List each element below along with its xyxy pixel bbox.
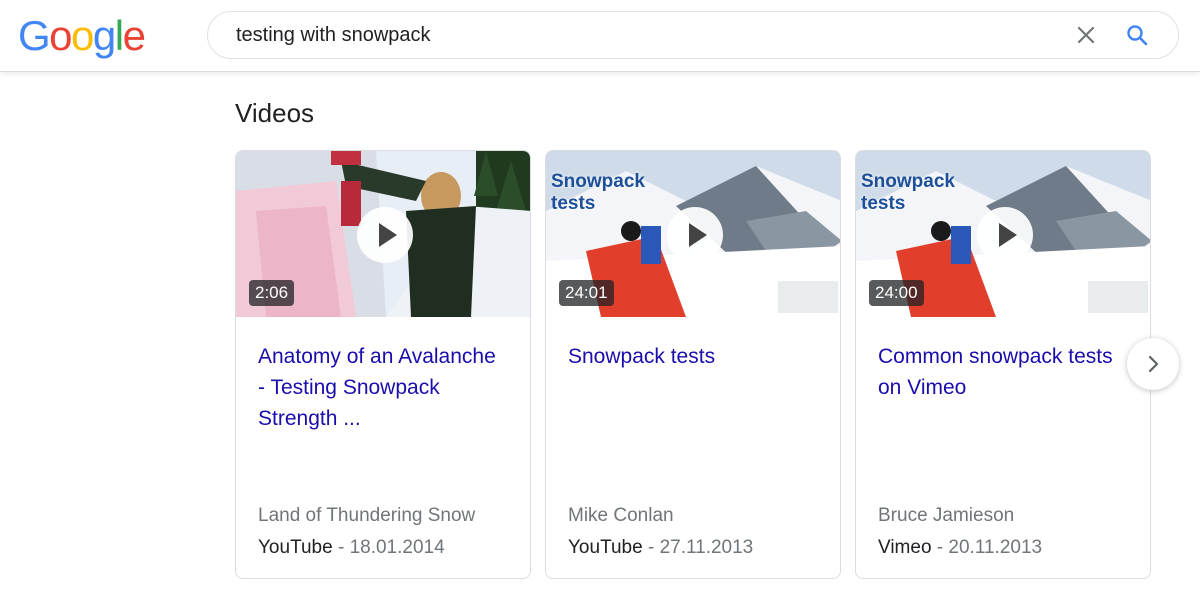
thumbnail-caption: Snowpack tests: [861, 171, 955, 214]
google-logo[interactable]: Google: [18, 10, 146, 62]
clear-search-button[interactable]: [1074, 23, 1098, 47]
logo-letter: l: [114, 12, 124, 59]
video-platform: YouTube: [258, 537, 333, 558]
search-input[interactable]: [236, 12, 1036, 58]
video-author: Mike Conlan: [568, 505, 674, 526]
search-box: [207, 11, 1179, 59]
video-title-link[interactable]: Snowpack tests: [568, 341, 818, 372]
video-thumbnail[interactable]: Snowpack tests 24:01: [546, 151, 840, 317]
logo-letter: o: [49, 12, 72, 59]
logo-letter: g: [92, 12, 116, 59]
search-icon: [1127, 25, 1148, 46]
thumbnail-caption: Snowpack tests: [551, 171, 645, 214]
video-author: Land of Thundering Snow: [258, 505, 476, 526]
videos-section-title: Videos: [235, 98, 315, 128]
video-thumbnail[interactable]: Snowpack tests 24:00: [856, 151, 1150, 317]
play-button[interactable]: [977, 207, 1033, 263]
search-button[interactable]: [1125, 23, 1149, 47]
logo-letter: e: [122, 12, 146, 59]
logo-letter: G: [18, 12, 51, 59]
play-button[interactable]: [667, 207, 723, 263]
video-duration: 24:01: [559, 280, 614, 306]
next-videos-button[interactable]: [1127, 338, 1179, 390]
video-card[interactable]: Snowpack tests 24:00 Common snowpack tes…: [855, 150, 1151, 579]
video-card[interactable]: 2:06 Anatomy of an Avalanche - Testing S…: [235, 150, 531, 579]
video-date: 18.01.2014: [349, 537, 445, 558]
close-icon: [1077, 26, 1095, 44]
chevron-right-icon: [1148, 355, 1159, 373]
video-date: 27.11.2013: [659, 537, 754, 558]
header-bar: Google: [0, 0, 1200, 72]
video-thumbnail[interactable]: 2:06: [236, 151, 530, 317]
video-meta: YouTube - 27.11.2013: [568, 537, 754, 558]
video-duration: 2:06: [249, 280, 295, 306]
video-duration: 24:00: [869, 280, 924, 306]
video-title-link[interactable]: Common snowpack tests on Vimeo: [878, 341, 1128, 403]
video-meta: Vimeo - 20.11.2013: [878, 537, 1043, 558]
video-date: 20.11.2013: [948, 537, 1043, 558]
video-platform: YouTube: [568, 537, 643, 558]
video-author: Bruce Jamieson: [878, 505, 1015, 526]
video-card[interactable]: Snowpack tests 24:01 Snowpack tests Mike…: [545, 150, 841, 579]
video-platform: Vimeo: [878, 537, 932, 558]
video-meta: YouTube - 18.01.2014: [258, 537, 445, 558]
video-title-link[interactable]: Anatomy of an Avalanche - Testing Snowpa…: [258, 341, 508, 434]
play-button[interactable]: [357, 207, 413, 263]
logo-letter: o: [71, 12, 94, 59]
